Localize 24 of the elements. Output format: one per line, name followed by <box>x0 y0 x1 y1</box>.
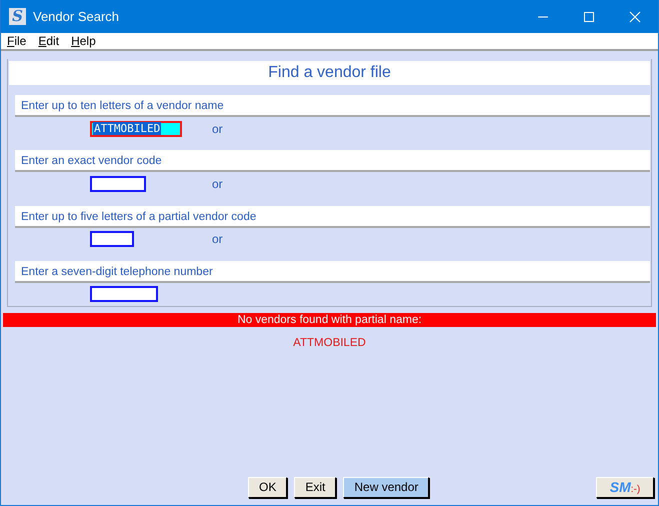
maximize-icon[interactable] <box>583 10 595 22</box>
or-label: or <box>212 176 223 193</box>
searched-name: ATTMOBILED <box>292 336 367 351</box>
action-button[interactable]: New vendor <box>343 476 430 498</box>
input-field[interactable] <box>90 176 146 192</box>
prompt-label: Enter up to five letters of a partial vendor code <box>15 206 650 228</box>
menu-item[interactable]: Help <box>69 32 102 50</box>
panel-title: Find a vendor file <box>9 61 650 85</box>
window-title: Vendor Search <box>33 8 120 26</box>
prompt-label: Enter a seven-digit telephone number <box>15 260 650 283</box>
error-banner: No vendors found with partial name: <box>3 313 656 327</box>
input-field[interactable] <box>90 231 134 248</box>
close-icon[interactable] <box>629 10 641 22</box>
prompt-label: Enter up to ten letters of a vendor name <box>15 95 650 117</box>
menu-item[interactable]: File <box>5 32 32 50</box>
app-logo: S <box>9 8 26 25</box>
action-button[interactable]: OK <box>248 476 288 498</box>
input-field[interactable] <box>90 286 158 302</box>
or-label: or <box>212 231 223 248</box>
prompt-label: Enter an exact vendor code <box>15 150 650 172</box>
action-button[interactable]: Exit <box>294 476 336 498</box>
or-label: or <box>212 120 223 138</box>
input-field[interactable]: ATTMOBILED <box>90 120 182 137</box>
menu-item[interactable]: Edit <box>36 32 66 50</box>
